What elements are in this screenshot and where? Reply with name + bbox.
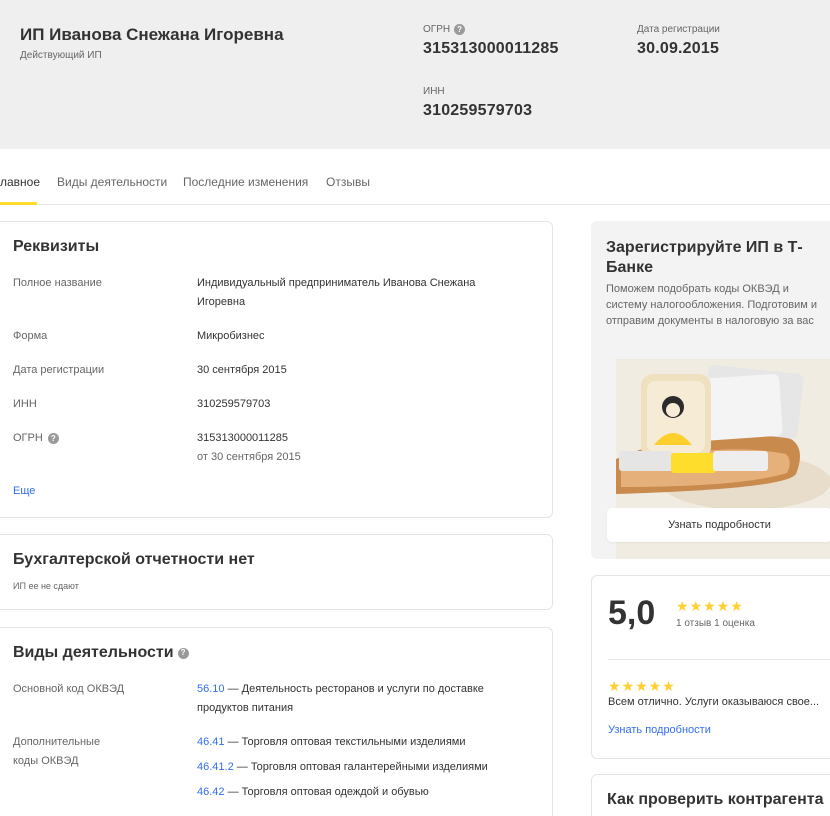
form-value: Микробизнес [197, 330, 265, 342]
ogrn-value-block: 315313000011285 от 30 сентября 2015 [197, 429, 301, 467]
check-counterparty-card: Как проверить контрагента [591, 774, 830, 816]
full-name-value: Индивидуальный предприниматель Иванова С… [197, 277, 476, 308]
active-tab-indicator [0, 202, 37, 205]
ogrn-label: ОГРН ? [13, 429, 59, 448]
rating-card: 5,0 ★★★★★ 1 отзыв 1 оценка ★★★★★ Всем от… [591, 575, 830, 759]
okved-description: — Торговля оптовая текстильными изделиям… [224, 736, 466, 748]
okved-description: — Деятельность ресторанов и услуги по до… [197, 683, 484, 714]
review-details-link[interactable]: Узнать подробности [608, 724, 711, 736]
additional-okved-label: Дополнительные коды ОКВЭД [13, 736, 101, 767]
ogrn-date: от 30 сентября 2015 [197, 451, 301, 463]
okved-code-link[interactable]: 46.42 [197, 786, 225, 798]
more-link[interactable]: Еще [13, 482, 35, 501]
tab-bar: лавное Виды деятельности Последние измен… [0, 160, 830, 205]
inn-label: ИНН [13, 398, 37, 410]
okved-description: — Торговля оптовая одеждой и обувью [224, 786, 429, 798]
okved-description: — Торговля оптовая галантерейными издели… [233, 761, 488, 773]
additional-okved-item: 46.41.2 — Торговля оптовая галантерейным… [197, 758, 488, 777]
okved-code-link[interactable]: 56.10 [197, 683, 225, 695]
rating-meta: 1 отзыв 1 оценка [676, 618, 755, 629]
full-name-label: Полное название [13, 277, 102, 289]
accounting-title: Бухгалтерской отчетности нет [13, 551, 255, 568]
tab-reviews[interactable]: Отзывы [326, 175, 370, 189]
promo-details-button[interactable]: Узнать подробности [607, 508, 830, 542]
activities-title-row: Виды деятельности ? [13, 644, 189, 662]
okved-code-link[interactable]: 46.41 [197, 736, 225, 748]
tab-activities[interactable]: Виды деятельности [57, 175, 167, 189]
help-icon[interactable]: ? [454, 24, 466, 35]
company-status: Действующий ИП [20, 50, 102, 61]
tab-main[interactable]: лавное [0, 175, 40, 189]
header-inn-label: ИНН [423, 86, 445, 97]
review-stars: ★★★★★ [608, 678, 676, 694]
ogrn-value: 315313000011285 [197, 432, 288, 444]
company-name: ИП Иванова Снежана Игоревна [20, 25, 284, 44]
additional-okved-item: 46.41 — Торговля оптовая текстильными из… [197, 733, 466, 752]
header-reg-date-value: 30.09.2015 [637, 40, 720, 57]
rating-divider [608, 659, 830, 660]
review-text: Всем отлично. Услуги оказываюся свое... [608, 696, 820, 708]
header-reg-date-label: Дата регистрации [637, 24, 720, 35]
form-label: Форма [13, 330, 48, 342]
promo-card: Зарегистрируйте ИП в Т-Банке Поможем под… [591, 221, 830, 559]
promo-title: Зарегистрируйте ИП в Т-Банке [606, 239, 803, 276]
requisites-title: Реквизиты [13, 238, 100, 255]
ogrn-label-text: ОГРН [13, 432, 43, 444]
header-ogrn-value: 315313000011285 [423, 40, 559, 57]
check-counterparty-title: Как проверить контрагента [607, 791, 824, 808]
main-okved-label: Основной код ОКВЭД [13, 683, 125, 695]
help-icon[interactable]: ? [47, 433, 59, 444]
inn-value: 310259579703 [197, 398, 271, 410]
main-okved-value: 56.10 — Деятельность ресторанов и услуги… [197, 680, 517, 718]
accounting-subtitle: ИП ее не сдают [13, 581, 79, 591]
accounting-card: Бухгалтерской отчетности нет ИП ее не сд… [0, 534, 553, 610]
reg-date-label: Дата регистрации [13, 364, 105, 376]
promo-text: Поможем подобрать коды ОКВЭД и систему н… [606, 283, 818, 327]
header-inn-value: 310259579703 [423, 102, 533, 119]
reg-date-value: 30 сентября 2015 [197, 364, 287, 376]
tab-recent-changes[interactable]: Последние изменения [183, 175, 308, 189]
header-ogrn-label: ОГРН ? [423, 24, 466, 35]
activities-title: Виды деятельности [13, 644, 174, 661]
okved-code-link[interactable]: 46.41.2 [197, 761, 234, 773]
company-header: ИП Иванова Снежана Игоревна Действующий … [0, 0, 830, 149]
rating-score: 5,0 [608, 594, 656, 632]
help-icon[interactable]: ? [177, 647, 189, 659]
header-ogrn-label-text: ОГРН [423, 24, 451, 35]
requisites-card: Реквизиты Полное название Индивидуальный… [0, 221, 553, 518]
additional-okved-item: 46.42 — Торговля оптовая одеждой и обувь… [197, 783, 429, 802]
activities-card: Виды деятельности ? Основной код ОКВЭД 5… [0, 627, 553, 816]
rating-stars: ★★★★★ [676, 598, 744, 614]
